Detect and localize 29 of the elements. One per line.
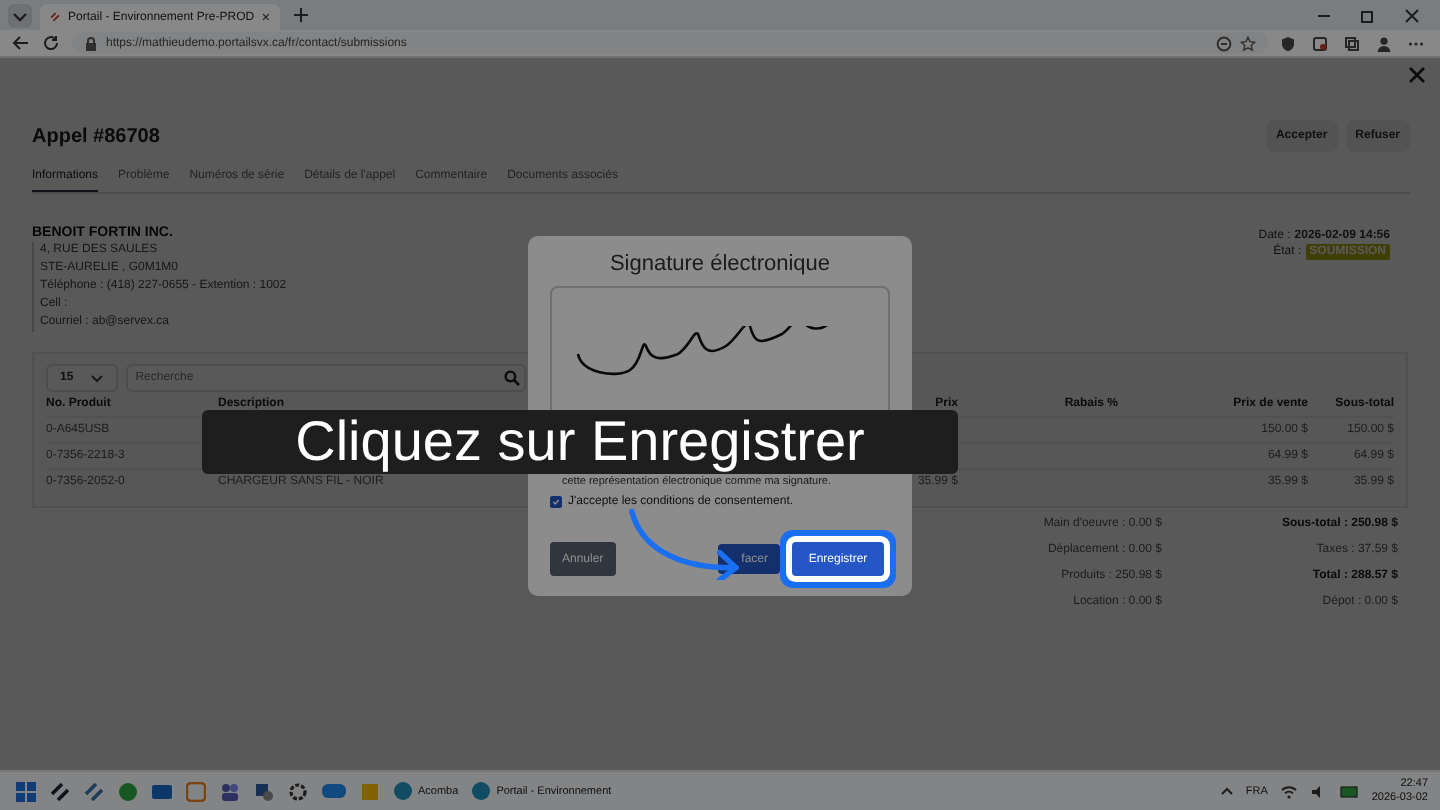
profile-icon[interactable]: [1376, 35, 1392, 51]
tab-list-icon[interactable]: [8, 3, 32, 27]
caption-tooltip: Cliquez sur Enregistrer: [202, 410, 958, 474]
lock-icon: [84, 35, 98, 51]
wifi-icon[interactable]: [1279, 783, 1298, 799]
checkbox[interactable]: [550, 496, 562, 508]
back-icon[interactable]: [12, 34, 30, 52]
close-icon[interactable]: [1408, 66, 1426, 84]
gear-icon[interactable]: [288, 781, 308, 801]
search-icon[interactable]: [503, 370, 520, 386]
page-title: Appel #86708: [32, 125, 160, 147]
dialog-title: Signature électronique: [607, 252, 833, 276]
new-tab-icon[interactable]: [292, 6, 310, 24]
chevron-icon: [89, 373, 104, 383]
battery-icon[interactable]: [1339, 785, 1360, 797]
close-icon[interactable]: [1404, 7, 1420, 23]
logo-icon: [50, 8, 61, 26]
shield-icon[interactable]: [1280, 35, 1296, 51]
extension-icon[interactable]: [1312, 35, 1328, 51]
star-icon[interactable]: [1240, 35, 1256, 51]
collections-icon[interactable]: [1344, 35, 1360, 51]
close-icon[interactable]: [262, 10, 270, 24]
start-icon[interactable]: [16, 781, 36, 801]
chevron-up-icon[interactable]: [1219, 786, 1234, 796]
restore-icon[interactable]: [1360, 7, 1376, 23]
people-icon[interactable]: [220, 781, 240, 801]
pointer-arrow: [629, 508, 739, 580]
reload-icon[interactable]: [42, 34, 60, 52]
zoom-icon[interactable]: [1216, 35, 1232, 51]
